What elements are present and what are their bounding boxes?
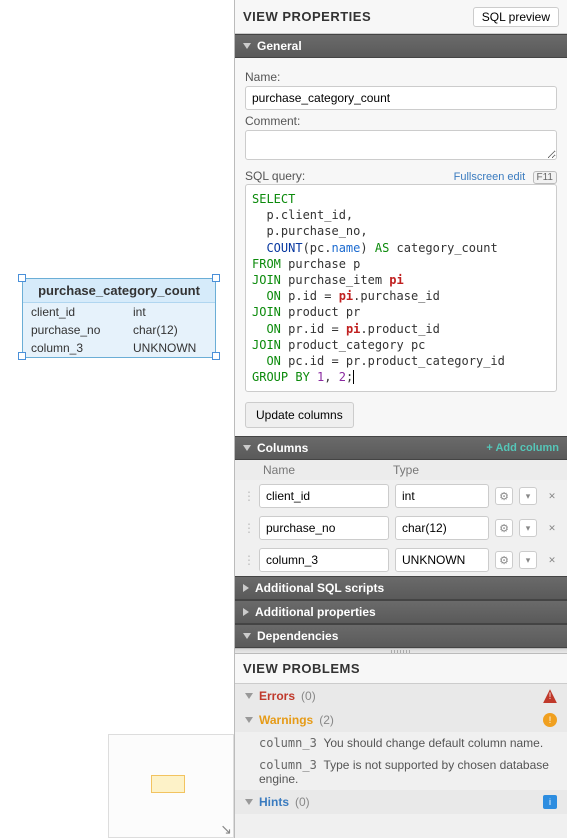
- resize-handle-icon[interactable]: [212, 352, 220, 360]
- columns-list: ⋮⋮ ⋮⋮ ⋮⋮: [235, 480, 567, 576]
- count: (0): [295, 795, 310, 809]
- section-title: Hints: [259, 795, 289, 809]
- column-type-input[interactable]: [395, 516, 489, 540]
- warning-item[interactable]: column_3 You should change default colum…: [235, 732, 567, 754]
- gear-icon[interactable]: [495, 519, 513, 537]
- comment-input[interactable]: [245, 130, 557, 160]
- table-row: purchase_nochar(12): [23, 321, 215, 339]
- add-column-link[interactable]: + Add column: [486, 442, 559, 454]
- section-title: Warnings: [259, 713, 313, 727]
- close-icon[interactable]: [543, 487, 561, 505]
- name-input[interactable]: [245, 86, 557, 110]
- section-title: Additional properties: [255, 605, 376, 619]
- gear-icon[interactable]: [495, 551, 513, 569]
- chevron-down-icon[interactable]: [519, 487, 537, 505]
- diagram-canvas[interactable]: purchase_category_count client_idint pur…: [0, 0, 234, 838]
- resize-handle-icon[interactable]: [212, 274, 220, 282]
- cell: UNKNOWN: [133, 341, 207, 355]
- section-title: Dependencies: [257, 629, 338, 643]
- chevron-down-icon: [245, 717, 253, 723]
- sql-editor[interactable]: SELECT p.client_id, p.purchase_no, COUNT…: [245, 184, 557, 392]
- section-title: Columns: [257, 441, 308, 455]
- drag-handle-icon[interactable]: ⋮⋮: [243, 489, 253, 503]
- minimap[interactable]: ↘: [108, 734, 234, 838]
- resize-handle-icon[interactable]: [18, 274, 26, 282]
- column-row: ⋮⋮: [235, 544, 567, 576]
- chevron-down-icon[interactable]: [519, 551, 537, 569]
- panel-title: VIEW PROPERTIES: [243, 9, 371, 24]
- cell: int: [133, 305, 207, 319]
- section-additional-props-header[interactable]: Additional properties: [235, 600, 567, 624]
- section-dependencies-header[interactable]: Dependencies: [235, 624, 567, 648]
- col-header-type: Type: [393, 463, 557, 477]
- section-columns-header[interactable]: Columns + Add column: [235, 436, 567, 460]
- cell: purchase_no: [31, 323, 133, 337]
- chevron-down-icon[interactable]: [519, 519, 537, 537]
- problems-header: VIEW PROBLEMS: [235, 654, 567, 684]
- kbd-hint: F11: [533, 171, 558, 184]
- warning-col: column_3: [259, 758, 317, 772]
- section-general-header[interactable]: General: [235, 34, 567, 58]
- column-row: ⋮⋮: [235, 512, 567, 544]
- drag-handle-icon[interactable]: ⋮⋮: [243, 521, 253, 535]
- column-name-input[interactable]: [259, 516, 389, 540]
- section-title: General: [257, 39, 302, 53]
- fullscreen-edit-link[interactable]: Fullscreen edit: [454, 171, 526, 183]
- column-name-input[interactable]: [259, 548, 389, 572]
- horizontal-splitter[interactable]: [235, 648, 567, 654]
- column-row: ⋮⋮: [235, 480, 567, 512]
- section-title: Additional SQL scripts: [255, 581, 384, 595]
- panel-title: VIEW PROBLEMS: [243, 661, 360, 676]
- chevron-down-icon: [243, 43, 251, 49]
- table-row: column_3UNKNOWN: [23, 339, 215, 357]
- comment-label: Comment:: [245, 114, 557, 128]
- cell: column_3: [31, 341, 133, 355]
- columns-header-row: Name Type: [235, 460, 567, 480]
- resize-corner-icon[interactable]: ↘: [220, 822, 232, 836]
- panel-header: VIEW PROPERTIES SQL preview: [235, 0, 567, 34]
- update-columns-button[interactable]: Update columns: [245, 402, 354, 428]
- sql-label: SQL query:: [245, 169, 305, 183]
- section-general-body: Name: Comment: SQL query: Fullscreen edi…: [235, 58, 567, 436]
- warning-col: column_3: [259, 736, 317, 750]
- column-type-input[interactable]: [395, 484, 489, 508]
- section-title: Errors: [259, 689, 295, 703]
- column-type-input[interactable]: [395, 548, 489, 572]
- close-icon[interactable]: [543, 551, 561, 569]
- warning-item[interactable]: column_3 Type is not supported by chosen…: [235, 754, 567, 790]
- gear-icon[interactable]: [495, 487, 513, 505]
- section-additional-sql-header[interactable]: Additional SQL scripts: [235, 576, 567, 600]
- cell: char(12): [133, 323, 207, 337]
- properties-panel: VIEW PROPERTIES SQL preview General Name…: [234, 0, 567, 838]
- name-label: Name:: [245, 70, 557, 84]
- count: (0): [301, 689, 316, 703]
- info-badge-icon: i: [543, 795, 557, 809]
- cell: client_id: [31, 305, 133, 319]
- entity-title: purchase_category_count: [23, 279, 215, 303]
- chevron-down-icon: [243, 633, 251, 639]
- errors-section-header[interactable]: Errors (0) !: [235, 684, 567, 708]
- column-name-input[interactable]: [259, 484, 389, 508]
- count: (2): [319, 713, 334, 727]
- warnings-section-header[interactable]: Warnings (2) !: [235, 708, 567, 732]
- minimap-viewport[interactable]: [151, 775, 185, 793]
- chevron-right-icon: [243, 584, 249, 592]
- entity-table[interactable]: purchase_category_count client_idint pur…: [22, 278, 216, 358]
- chevron-down-icon: [245, 799, 253, 805]
- sql-preview-button[interactable]: SQL preview: [473, 7, 559, 27]
- chevron-right-icon: [243, 608, 249, 616]
- drag-handle-icon[interactable]: ⋮⋮: [243, 553, 253, 567]
- chevron-down-icon: [243, 445, 251, 451]
- error-badge-icon: !: [543, 689, 557, 703]
- col-header-name: Name: [263, 463, 393, 477]
- warning-badge-icon: !: [543, 713, 557, 727]
- table-row: client_idint: [23, 303, 215, 321]
- resize-handle-icon[interactable]: [18, 352, 26, 360]
- warning-text: You should change default column name.: [323, 736, 543, 750]
- chevron-down-icon: [245, 693, 253, 699]
- close-icon[interactable]: [543, 519, 561, 537]
- hints-section-header[interactable]: Hints (0) i: [235, 790, 567, 814]
